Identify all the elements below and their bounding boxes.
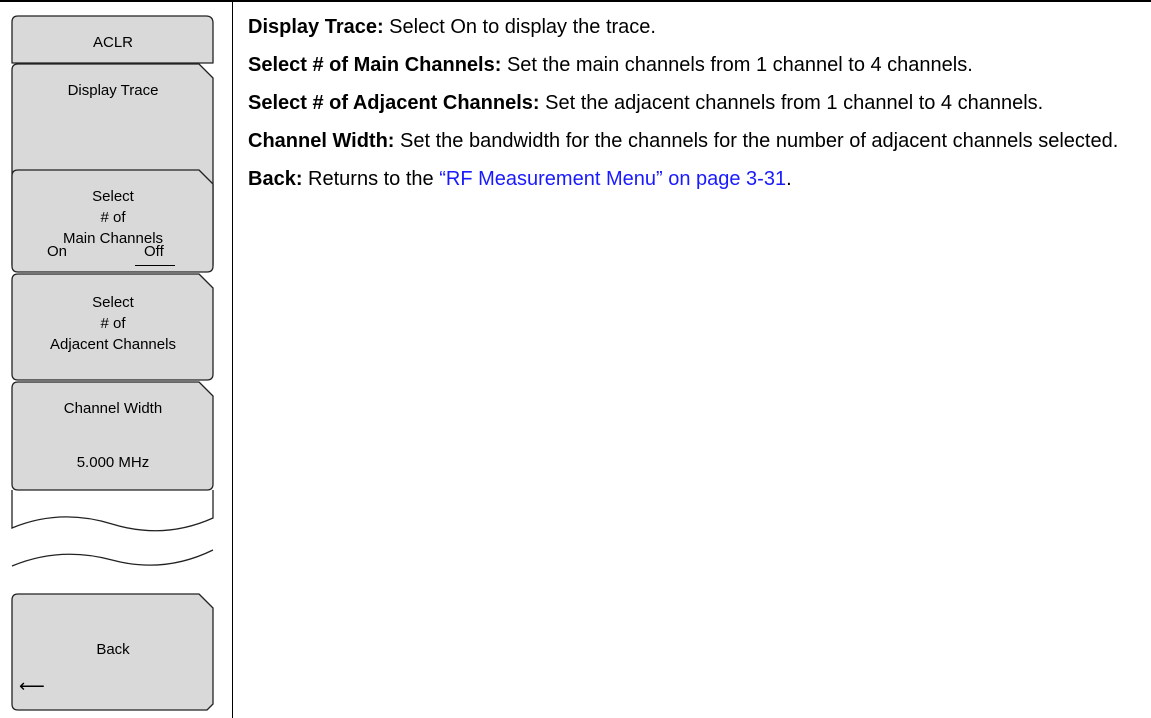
selected-indicator [135, 265, 175, 266]
term: Select # of Adjacent Channels: [248, 92, 540, 114]
adjacent-channels-line-3: Adjacent Channels [50, 336, 176, 353]
menu-lower-layer [11, 490, 214, 711]
term: Select # of Main Channels: [248, 54, 502, 76]
definition: Set the adjacent channels from 1 channel… [539, 92, 1044, 114]
column-divider [232, 0, 233, 718]
main-channels-label: Select # of Main Channels [12, 186, 214, 249]
main-channels-line-2: # of [100, 209, 126, 226]
term: Channel Width: [248, 130, 395, 152]
definition-end: . [786, 168, 792, 190]
left-arrow-icon: ⟵ [19, 676, 45, 696]
adjacent-channels-line-1: Select [92, 294, 134, 311]
term: Display Trace: [248, 16, 384, 38]
rf-measurement-menu-link[interactable]: “RF Measurement Menu” on page 3-31 [439, 168, 786, 190]
main-channels-line-1: Select [92, 188, 134, 205]
main-channels-line-3: Main Channels [62, 230, 164, 247]
desc-display-trace: Display Trace: Select On to display the … [248, 14, 1138, 41]
definition: Set the main channels from 1 channel to … [501, 54, 973, 76]
definition: Returns to the [302, 168, 440, 190]
desc-adjacent-channels: Select # of Adjacent Channels: Set the a… [248, 90, 1138, 117]
break-wave-bottom [11, 549, 214, 567]
desc-channel-width: Channel Width: Set the bandwidth for the… [248, 128, 1138, 155]
desc-back: Back: Returns to the “RF Measurement Men… [248, 166, 1138, 193]
definition: Set the bandwidth for the channels for t… [394, 130, 1119, 152]
adjacent-channels-line-2: # of [100, 315, 126, 332]
term: Back: [248, 168, 303, 190]
empty-key-area [11, 490, 214, 532]
channel-width-value: 5.000 MHz [76, 454, 150, 471]
adjacent-channels-label: Select # of Adjacent Channels [12, 292, 214, 355]
channel-width-label: Channel Width [63, 400, 163, 417]
menu-title: ACLR [92, 34, 133, 51]
description-column: Display Trace: Select On to display the … [248, 14, 1138, 204]
back-label: Back [96, 641, 130, 658]
definition: Select On to display the trace. [383, 16, 656, 38]
display-trace-label: Display Trace [67, 82, 159, 99]
desc-main-channels: Select # of Main Channels: Set the main … [248, 52, 1138, 79]
